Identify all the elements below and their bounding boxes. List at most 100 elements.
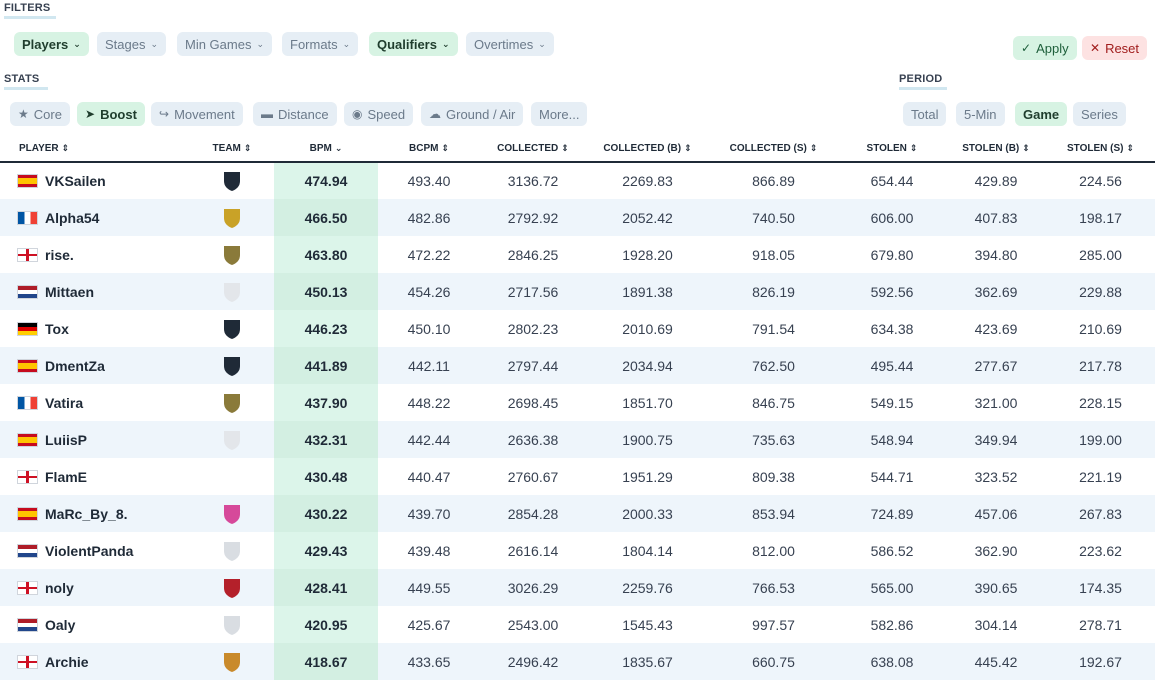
period-series-tab[interactable]: Series bbox=[1073, 102, 1126, 126]
filter-formats-chip[interactable]: Formats ⌄ bbox=[282, 32, 359, 56]
player-name[interactable]: FlamE bbox=[45, 469, 87, 485]
team-logo-icon[interactable] bbox=[220, 206, 244, 230]
stolen-s-cell: 217.78 bbox=[1046, 347, 1155, 384]
player-cell[interactable]: Oaly bbox=[0, 606, 190, 643]
column-header-stolen-s[interactable]: STOLEN (S) ⇕ bbox=[1046, 136, 1155, 163]
period-5min-tab[interactable]: 5-Min bbox=[956, 102, 1005, 126]
column-header-collected[interactable]: COLLECTED ⇕ bbox=[480, 136, 586, 163]
player-name[interactable]: Tox bbox=[45, 321, 69, 337]
table-row[interactable]: FlamE 430.48 440.47 2760.67 1951.29 809.38 544… bbox=[0, 458, 1155, 495]
player-name[interactable]: ViolentPanda bbox=[45, 543, 133, 559]
player-cell[interactable]: LuiisP bbox=[0, 421, 190, 458]
player-cell[interactable]: Mittaen bbox=[0, 273, 190, 310]
team-logo-icon[interactable] bbox=[220, 576, 244, 600]
player-name[interactable]: Vatira bbox=[45, 395, 83, 411]
chevron-down-icon: ⌄ bbox=[538, 38, 546, 49]
column-header-team[interactable]: TEAM ⇕ bbox=[190, 136, 274, 163]
sort-icon: ⇕ bbox=[684, 143, 692, 153]
period-total-tab[interactable]: Total bbox=[903, 102, 947, 126]
player-cell[interactable]: Archie bbox=[0, 643, 190, 680]
table-row[interactable]: Vatira 437.90 448.22 2698.45 1851.70 846.75 54… bbox=[0, 384, 1155, 421]
period-game-tab[interactable]: Game bbox=[1015, 102, 1068, 126]
column-header-stolen[interactable]: STOLEN ⇕ bbox=[838, 136, 946, 163]
stats-section-label: STATS bbox=[4, 73, 48, 90]
filter-players-chip[interactable]: Players ⌄ bbox=[14, 32, 89, 56]
sort-icon: ⇕ bbox=[441, 143, 449, 153]
player-name[interactable]: DmentZa bbox=[45, 358, 105, 374]
column-header-collected-s[interactable]: COLLECTED (S) ⇕ bbox=[709, 136, 838, 163]
table-row[interactable]: noly 428.41 449.55 3026.29 2259.76 766.53 565.… bbox=[0, 569, 1155, 606]
team-logo-icon[interactable] bbox=[220, 169, 244, 193]
table-row[interactable]: rise. 463.80 472.22 2846.25 1928.20 918.05 679… bbox=[0, 236, 1155, 273]
player-cell[interactable]: MaRc_By_8. bbox=[0, 495, 190, 532]
team-logo-icon[interactable] bbox=[220, 243, 244, 267]
stolen-cell: 679.80 bbox=[870, 246, 914, 263]
stolen-cell: 606.00 bbox=[838, 199, 946, 236]
column-header-collected-b[interactable]: COLLECTED (B) ⇕ bbox=[586, 136, 709, 163]
team-logo-icon[interactable] bbox=[220, 650, 244, 674]
player-cell[interactable]: ViolentPanda bbox=[0, 532, 190, 569]
reset-button[interactable]: ✕ Reset bbox=[1082, 36, 1148, 60]
column-header-stolen-b[interactable]: STOLEN (B) ⇕ bbox=[946, 136, 1046, 163]
player-name[interactable]: Alpha54 bbox=[45, 210, 99, 226]
table-row[interactable]: VKSailen 474.94 493.40 3136.72 2269.83 866.89… bbox=[0, 162, 1155, 199]
table-row[interactable]: Oaly 420.95 425.67 2543.00 1545.43 997.57 582.… bbox=[0, 606, 1155, 643]
tab-ground-air[interactable]: ☁ Ground / Air bbox=[421, 102, 524, 126]
table-row[interactable]: Alpha54 466.50 482.86 2792.92 2052.42 740.50 6… bbox=[0, 199, 1155, 236]
player-cell[interactable]: Alpha54 bbox=[0, 199, 190, 236]
player-cell[interactable]: Vatira bbox=[0, 384, 190, 421]
running-icon: ↪ bbox=[159, 107, 170, 121]
collected-b-cell: 2269.83 bbox=[622, 173, 673, 189]
player-name[interactable]: VKSailen bbox=[45, 173, 106, 189]
tab-boost[interactable]: ➤ Boost bbox=[77, 102, 145, 126]
table-row[interactable]: ViolentPanda 429.43 439.48 2616.14 1804.14 81… bbox=[0, 532, 1155, 569]
team-logo-icon[interactable] bbox=[220, 280, 244, 304]
stolen-cell: 544.71 bbox=[870, 468, 914, 485]
column-header-bcpm[interactable]: BCPM ⇕ bbox=[378, 136, 480, 163]
filter-min-games-chip[interactable]: Min Games ⌄ bbox=[177, 32, 273, 56]
player-cell[interactable]: VKSailen bbox=[0, 162, 190, 199]
team-cell bbox=[190, 347, 274, 384]
filter-overtimes-chip[interactable]: Overtimes ⌄ bbox=[466, 32, 554, 56]
team-logo-icon[interactable] bbox=[220, 354, 244, 378]
team-logo-icon[interactable] bbox=[220, 613, 244, 637]
table-row[interactable]: Tox 446.23 450.10 2802.23 2010.69 791.54 634.3… bbox=[0, 310, 1155, 347]
team-logo-icon[interactable] bbox=[220, 317, 244, 341]
apply-button[interactable]: ✓ Apply bbox=[1013, 36, 1077, 60]
table-row[interactable]: DmentZa 441.89 442.11 2797.44 2034.94 762.50 4… bbox=[0, 347, 1155, 384]
team-logo-icon[interactable] bbox=[220, 539, 244, 563]
column-header-player[interactable]: PLAYER ⇕ bbox=[0, 136, 190, 163]
tab-movement[interactable]: ↪ Movement bbox=[151, 102, 243, 126]
player-name[interactable]: noly bbox=[45, 580, 74, 596]
player-cell[interactable]: Tox bbox=[0, 310, 190, 347]
filter-stages-chip[interactable]: Stages ⌄ bbox=[97, 32, 167, 56]
table-row[interactable]: Mittaen 450.13 454.26 2717.56 1891.38 826.19 5… bbox=[0, 273, 1155, 310]
collected-s-cell: 826.19 bbox=[709, 273, 838, 310]
table-row[interactable]: LuiisP 432.31 442.44 2636.38 1900.75 735.63 54… bbox=[0, 421, 1155, 458]
player-name[interactable]: MaRc_By_8. bbox=[45, 506, 128, 522]
tab-distance[interactable]: ▬ Distance bbox=[253, 102, 337, 126]
filter-qualifiers-chip[interactable]: Qualifiers ⌄ bbox=[369, 32, 458, 56]
tab-speed[interactable]: ◉ Speed bbox=[344, 102, 414, 126]
table-row[interactable]: Archie 418.67 433.65 2496.42 1835.67 660.75 63… bbox=[0, 643, 1155, 680]
table-row[interactable]: MaRc_By_8. 430.22 439.70 2854.28 2000.33 853.… bbox=[0, 495, 1155, 532]
player-cell[interactable]: DmentZa bbox=[0, 347, 190, 384]
team-logo-icon[interactable] bbox=[220, 428, 244, 452]
column-header-bpm[interactable]: BPM ⌄ bbox=[274, 136, 378, 163]
player-cell[interactable]: noly bbox=[0, 569, 190, 606]
tab-more[interactable]: More... bbox=[531, 102, 588, 126]
player-name[interactable]: rise. bbox=[45, 247, 74, 263]
player-name[interactable]: Mittaen bbox=[45, 284, 94, 300]
team-logo-icon[interactable] bbox=[220, 391, 244, 415]
player-cell[interactable]: FlamE bbox=[0, 458, 190, 495]
stolen-s-cell: 198.17 bbox=[1046, 199, 1155, 236]
player-name[interactable]: Oaly bbox=[45, 617, 75, 633]
player-name[interactable]: Archie bbox=[45, 654, 89, 670]
stolen-b-cell: 390.65 bbox=[946, 569, 1046, 606]
team-logo-icon[interactable] bbox=[220, 502, 244, 526]
player-cell[interactable]: rise. bbox=[0, 236, 190, 273]
collected-cell: 2496.42 bbox=[480, 643, 586, 680]
player-name[interactable]: LuiisP bbox=[45, 432, 87, 448]
collected-cell: 3136.72 bbox=[507, 173, 559, 189]
tab-core[interactable]: ★ Core bbox=[10, 102, 70, 126]
